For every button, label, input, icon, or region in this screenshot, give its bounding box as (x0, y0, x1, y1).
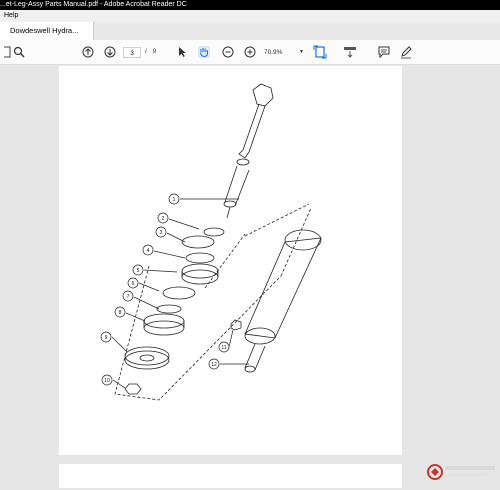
callout-10: 10 (104, 378, 110, 384)
tab-label: Dowdeswell Hydra... (10, 26, 79, 35)
zoom-in-icon[interactable] (242, 44, 258, 60)
zoom-select[interactable]: 70.9% ▼ (264, 47, 304, 58)
hand-icon[interactable] (196, 44, 212, 60)
callout-7: 7 (127, 294, 130, 300)
callout-3: 3 (160, 230, 163, 236)
tab-bar: Dowdeswell Hydra... (0, 22, 500, 41)
prev-page-icon[interactable] (80, 44, 96, 60)
menu-item-help[interactable]: Help (4, 12, 18, 19)
callout-1: 1 (173, 197, 176, 203)
sign-icon[interactable] (398, 44, 414, 60)
page-count: / 9 (145, 46, 156, 58)
toolbar: 3 / 9 70.9% ▼ (0, 40, 500, 65)
exploded-parts-diagram: 1 2 3 4 5 6 7 8 9 10 11 12 (100, 83, 322, 401)
pdf-page: 1 2 3 4 5 6 7 8 9 10 11 12 (59, 66, 402, 455)
select-cursor-icon[interactable] (174, 44, 190, 60)
callout-6: 6 (132, 281, 135, 287)
callout-2: 2 (162, 216, 165, 222)
next-page-icon[interactable] (102, 44, 118, 60)
fit-page-icon[interactable] (312, 44, 328, 60)
scroll-mode-icon[interactable] (342, 44, 358, 60)
pdf-page-next (59, 464, 402, 488)
callout-5: 5 (137, 268, 140, 274)
zoom-value: 70.9% (264, 49, 283, 56)
page-number-input[interactable]: 3 (123, 47, 141, 58)
comment-icon[interactable] (376, 44, 392, 60)
callout-11: 11 (221, 345, 226, 351)
zoom-out-icon[interactable] (220, 44, 236, 60)
total-pages: 9 (152, 48, 157, 55)
tab-document[interactable]: Dowdeswell Hydra... (0, 22, 94, 40)
callout-9: 9 (105, 335, 108, 341)
menu-bar: Help (0, 10, 500, 22)
window-title: ...et-Leg-Assy Parts Manual.pdf - Adobe … (0, 1, 187, 8)
page-separator: / (145, 48, 147, 55)
window-titlebar: ...et-Leg-Assy Parts Manual.pdf - Adobe … (0, 0, 500, 10)
callout-8: 8 (119, 310, 122, 316)
watermark-logo (425, 459, 500, 485)
callout-12: 12 (211, 362, 217, 368)
callout-4: 4 (147, 248, 150, 254)
chevron-down-icon: ▼ (299, 49, 304, 55)
search-icon[interactable] (11, 44, 27, 60)
